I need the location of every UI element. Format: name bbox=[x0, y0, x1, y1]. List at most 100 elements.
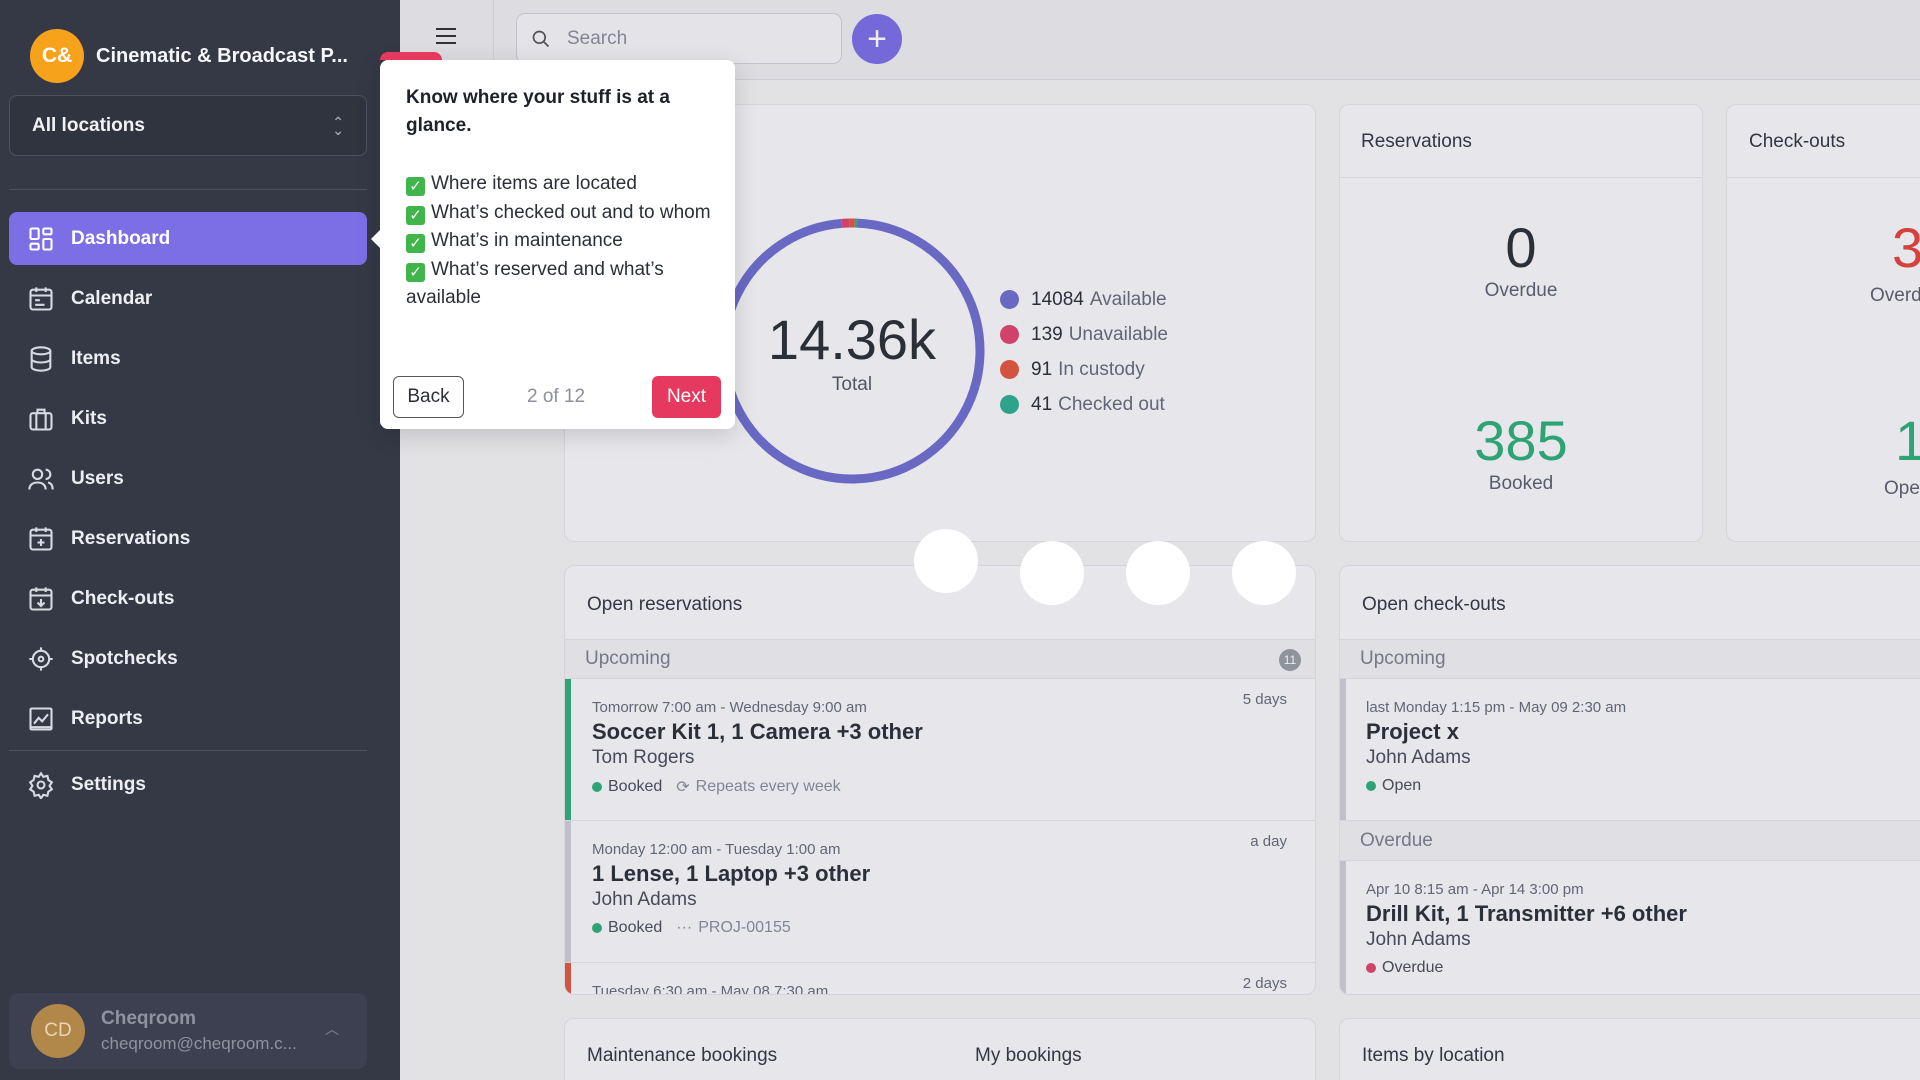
sidebar-item-label: Settings bbox=[71, 773, 146, 795]
calendar-icon bbox=[29, 286, 53, 311]
sidebar-item-check-outs[interactable]: Check-outs bbox=[9, 572, 367, 625]
org-switcher[interactable]: C& Cinematic & Broadcast P... bbox=[30, 29, 348, 83]
sidebar-item-settings[interactable]: Settings bbox=[9, 758, 367, 811]
open-checkouts-card: Open check-outs Upcoming last Monday 1:1… bbox=[1339, 565, 1920, 995]
location-select[interactable]: All locations ⌃ ⌄ bbox=[9, 95, 367, 156]
legend-label: In custody bbox=[1058, 358, 1145, 380]
status-dot bbox=[592, 923, 602, 933]
menu-toggle-icon[interactable] bbox=[436, 28, 456, 49]
legend-item-unavailable[interactable]: 139 Unavailable bbox=[1000, 317, 1168, 352]
reservations-booked-label: Booked bbox=[1488, 473, 1554, 494]
legend-item-in-custody[interactable]: 91 In custody bbox=[1000, 352, 1168, 387]
status-bar bbox=[1340, 679, 1346, 820]
sidebar-nav: Dashboard Calendar Items Kits Users Rese… bbox=[9, 212, 367, 752]
booking-duration: 2 days bbox=[1242, 975, 1287, 992]
count-badge: 11 bbox=[1279, 649, 1301, 671]
sidebar-item-spotchecks[interactable]: Spotchecks bbox=[9, 632, 367, 685]
sidebar-item-label: Dashboard bbox=[71, 227, 171, 249]
search-box[interactable] bbox=[516, 13, 842, 64]
booking-dates: Monday 12:00 am - Tuesday 1:00 am bbox=[592, 841, 841, 858]
loading-dot bbox=[914, 529, 978, 593]
check-icon: ✓ bbox=[406, 234, 425, 253]
database-icon bbox=[30, 345, 52, 372]
card-title: Reservations bbox=[1361, 131, 1472, 152]
repeat-icon: ⟳ bbox=[676, 779, 690, 796]
list-item[interactable]: Tuesday 6:30 am - May 08 7:30 am 2 days bbox=[565, 963, 1315, 995]
sidebar-item-reports[interactable]: Reports bbox=[9, 692, 367, 745]
tour-next-button[interactable]: Next bbox=[652, 376, 721, 418]
legend-label: Checked out bbox=[1058, 393, 1165, 415]
booking-title: 1 Lense, 1 Laptop +3 other bbox=[592, 861, 871, 886]
maintenance-bookings-title[interactable]: Maintenance bookings bbox=[587, 1045, 777, 1067]
sidebar-item-label: Kits bbox=[71, 407, 107, 429]
bottom-cards-row: Maintenance bookings My bookings bbox=[564, 1018, 1316, 1080]
search-input[interactable] bbox=[567, 27, 807, 50]
items-by-location-card: Items by location bbox=[1339, 1018, 1920, 1080]
legend-item-checked-out[interactable]: 41 Checked out bbox=[1000, 387, 1168, 422]
section-label: Upcoming bbox=[585, 648, 671, 669]
booking-title: Project x bbox=[1366, 719, 1459, 744]
project-code: PROJ-00155 bbox=[698, 919, 791, 936]
items-donut-chart[interactable]: 14.36k Total bbox=[718, 217, 986, 485]
booking-title: Drill Kit, 1 Transmitter +6 other bbox=[1366, 901, 1687, 926]
my-bookings-title[interactable]: My bookings bbox=[975, 1045, 1082, 1067]
checkouts-card[interactable]: Check-outs 3 Overd 1 Ope bbox=[1726, 104, 1920, 542]
avatar: CD bbox=[31, 1004, 85, 1058]
repeat-label: Repeats every week bbox=[695, 778, 841, 795]
sidebar-item-label: Check-outs bbox=[71, 587, 175, 609]
upcoming-section-header: Upcoming bbox=[1340, 639, 1920, 679]
booking-user: Tom Rogers bbox=[592, 747, 695, 768]
check-icon: ✓ bbox=[406, 177, 425, 196]
open-reservations-card: Open reservations Upcoming 11 Tomorrow 7… bbox=[564, 565, 1316, 995]
legend-dot bbox=[1000, 325, 1019, 344]
legend-item-available[interactable]: 14084 Available bbox=[1000, 282, 1168, 317]
list-item[interactable]: Apr 10 8:15 am - Apr 14 3:00 pm Drill Ki… bbox=[1340, 861, 1920, 994]
booking-user: John Adams bbox=[592, 889, 697, 910]
sidebar-item-reservations[interactable]: Reservations bbox=[9, 512, 367, 565]
user-menu[interactable]: CD Cheqroom cheqroom@cheqroom.c... ︿ bbox=[9, 993, 367, 1069]
list-item[interactable]: last Monday 1:15 pm - May 09 2:30 am Pro… bbox=[1340, 679, 1920, 821]
search-icon bbox=[532, 30, 550, 47]
items-by-location-title[interactable]: Items by location bbox=[1362, 1045, 1505, 1067]
add-button[interactable]: + bbox=[852, 14, 902, 64]
items-total: 14.36k bbox=[767, 307, 937, 371]
location-select-value: All locations bbox=[32, 114, 145, 136]
user-email: cheqroom@cheqroom.c... bbox=[101, 1034, 297, 1053]
list-item[interactable]: Tomorrow 7:00 am - Wednesday 9:00 am Soc… bbox=[565, 679, 1315, 821]
reservations-booked-count: 385 bbox=[1474, 409, 1568, 472]
sidebar-item-items[interactable]: Items bbox=[9, 332, 367, 385]
status-dot bbox=[1366, 781, 1376, 791]
loading-dot bbox=[1126, 541, 1190, 605]
list-item[interactable]: Monday 12:00 am - Tuesday 1:00 am 1 Lens… bbox=[565, 821, 1315, 963]
divider bbox=[9, 189, 367, 190]
sidebar-item-users[interactable]: Users bbox=[9, 452, 367, 505]
booking-dates: Tuesday 6:30 am - May 08 7:30 am bbox=[592, 983, 829, 995]
section-label: Upcoming bbox=[1360, 648, 1446, 669]
legend-dot bbox=[1000, 360, 1019, 379]
user-name: Cheqroom bbox=[101, 1008, 196, 1029]
tour-checklist-item: ✓ What’s checked out and to whom bbox=[406, 199, 716, 228]
status-bar bbox=[1340, 861, 1346, 994]
status-bar bbox=[565, 821, 571, 962]
sidebar-item-dashboard[interactable]: Dashboard bbox=[9, 212, 367, 265]
calendar-plus-icon bbox=[29, 526, 53, 551]
reservations-card[interactable]: Reservations 0 Overdue 385 Booked bbox=[1339, 104, 1703, 542]
status-badge: Booked bbox=[608, 919, 663, 936]
tour-checklist-item: ✓ What’s reserved and what’s available bbox=[406, 256, 716, 313]
legend-count: 91 bbox=[1031, 358, 1053, 380]
sidebar-item-kits[interactable]: Kits bbox=[9, 392, 367, 445]
donut-legend: 14084 Available 139 Unavailable 91 In cu… bbox=[1000, 282, 1168, 422]
legend-label: Available bbox=[1089, 288, 1167, 310]
status-badge: Open bbox=[1382, 777, 1422, 794]
tour-pointer bbox=[371, 230, 380, 248]
booking-title: Soccer Kit 1, 1 Camera +3 other bbox=[592, 719, 923, 744]
divider bbox=[9, 750, 367, 751]
sidebar-item-calendar[interactable]: Calendar bbox=[9, 272, 367, 325]
org-avatar: C& bbox=[30, 29, 84, 83]
tour-back-button[interactable]: Back bbox=[393, 376, 464, 418]
sidebar-item-label: Users bbox=[71, 467, 124, 489]
sidebar-item-label: Items bbox=[71, 347, 121, 369]
divider bbox=[1340, 177, 1702, 178]
checkouts-open-label: Ope bbox=[1884, 478, 1920, 499]
legend-dot bbox=[1000, 395, 1019, 414]
